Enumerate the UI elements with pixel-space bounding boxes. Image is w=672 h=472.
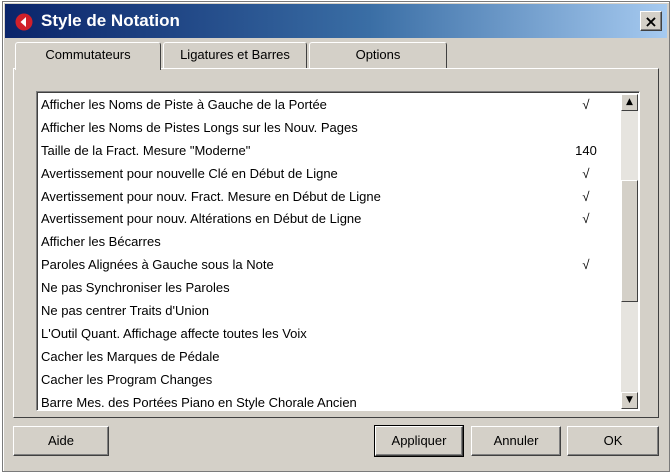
list-item-label: Avertissement pour nouv. Fract. Mesure e… (41, 188, 381, 204)
list-item-label: Avertissement pour nouv. Altérations en … (41, 211, 362, 227)
list-item-value[interactable]: √ (568, 208, 604, 231)
title-bar[interactable]: Style de Notation × (5, 4, 667, 38)
list-item-value[interactable]: √ (568, 94, 604, 117)
list-item-value[interactable]: 140 (568, 140, 604, 163)
close-icon: × (644, 12, 658, 31)
list-item-label: Ne pas Synchroniser les Paroles (41, 280, 230, 296)
arrow-up-icon: ▲ (626, 97, 633, 107)
ok-button-label: OK (603, 433, 623, 448)
list-item-label: Ne pas centrer Traits d'Union (41, 303, 209, 319)
list-item-value[interactable]: √ (568, 163, 604, 186)
list-item-label: Afficher les Bécarres (41, 234, 161, 250)
list-item[interactable]: Afficher les Noms de Pistes Longs sur le… (38, 117, 617, 140)
list-item-label: Taille de la Fract. Mesure "Moderne" (41, 142, 251, 158)
list-item[interactable]: Barre Mes. des Portées Piano en Style Ch… (38, 392, 617, 410)
ok-button[interactable]: OK (567, 426, 659, 456)
apply-button[interactable]: Appliquer (374, 425, 464, 457)
tab-commutateurs[interactable]: Commutateurs (15, 42, 161, 70)
help-button-label: Aide (47, 433, 75, 448)
list-item[interactable]: Avertissement pour nouv. Altérations en … (38, 208, 617, 231)
list-item[interactable]: Cacher les Program Changes (38, 369, 617, 392)
list-item-value[interactable]: √ (568, 186, 604, 209)
list-item[interactable]: Avertissement pour nouv. Fract. Mesure e… (38, 186, 617, 209)
list-item-label: Cacher les Program Changes (41, 371, 213, 387)
cancel-button[interactable]: Annuler (471, 426, 561, 456)
options-list-rows: Afficher les Noms de Piste à Gauche de l… (38, 94, 617, 410)
list-item[interactable]: Ne pas Synchroniser les Paroles (38, 277, 617, 300)
list-item-label: Avertissement pour nouvelle Clé en Début… (41, 165, 338, 181)
apply-button-label: Appliquer (391, 433, 447, 448)
tab-label: Commutateurs (45, 47, 131, 62)
options-list[interactable]: Afficher les Noms de Piste à Gauche de l… (36, 91, 640, 411)
list-item-label: Afficher les Noms de Pistes Longs sur le… (41, 119, 358, 135)
help-button[interactable]: Aide (13, 426, 109, 456)
cubase-logo-icon (15, 13, 33, 31)
list-item[interactable]: Taille de la Fract. Mesure "Moderne" 140 (38, 140, 617, 163)
vertical-scrollbar[interactable]: ▲ ▼ (621, 94, 638, 409)
close-button[interactable]: × (640, 11, 662, 31)
list-item[interactable]: Afficher les Bécarres (38, 231, 617, 254)
list-item-label: Barre Mes. des Portées Piano en Style Ch… (41, 394, 357, 410)
cancel-button-label: Annuler (493, 433, 539, 448)
list-item-label: Afficher les Noms de Piste à Gauche de l… (41, 97, 327, 112)
arrow-down-icon: ▼ (626, 395, 633, 405)
tab-ligatures-et-barres[interactable]: Ligatures et Barres (163, 42, 307, 68)
scroll-thumb[interactable] (621, 180, 638, 302)
tab-label: Ligatures et Barres (180, 47, 290, 62)
list-item[interactable]: Avertissement pour nouvelle Clé en Début… (38, 163, 617, 186)
scroll-up-button[interactable]: ▲ (621, 94, 638, 111)
list-item-label: L'Outil Quant. Affichage affecte toutes … (41, 325, 307, 341)
tab-options[interactable]: Options (309, 42, 447, 68)
list-item-label: Paroles Alignées à Gauche sous la Note (41, 257, 274, 273)
window-title: Style de Notation (41, 11, 180, 30)
list-item-value[interactable]: √ (568, 254, 604, 277)
list-item[interactable]: Afficher les Noms de Piste à Gauche de l… (38, 94, 617, 117)
scroll-down-button[interactable]: ▼ (621, 392, 638, 409)
list-item[interactable]: Ne pas centrer Traits d'Union (38, 300, 617, 323)
list-item[interactable]: Paroles Alignées à Gauche sous la Note √ (38, 254, 617, 277)
list-item[interactable]: Cacher les Marques de Pédale (38, 346, 617, 369)
tab-label: Options (355, 47, 401, 62)
list-item[interactable]: L'Outil Quant. Affichage affecte toutes … (38, 323, 617, 346)
list-item-label: Cacher les Marques de Pédale (41, 348, 220, 364)
